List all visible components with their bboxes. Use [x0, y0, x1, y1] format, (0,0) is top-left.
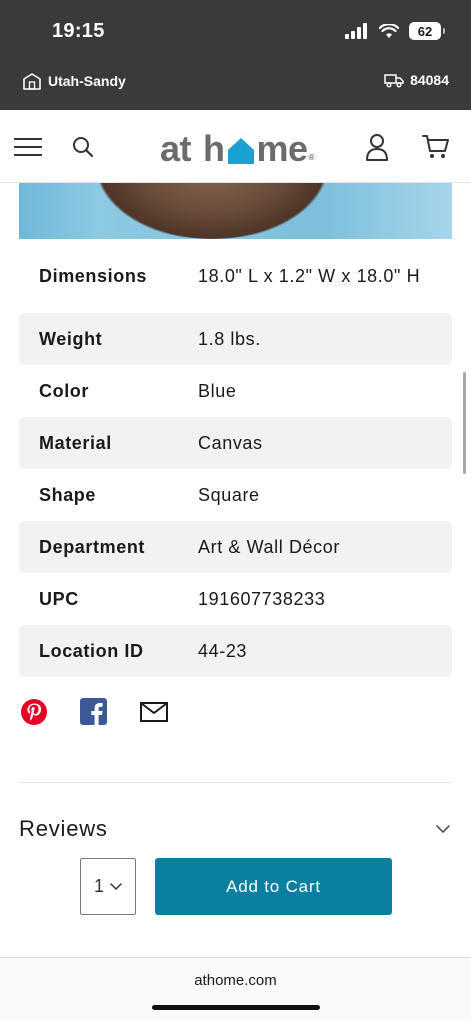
- browser-bottom-bar: athome.com: [0, 957, 471, 1020]
- spec-row-dimensions: Dimensions 18.0" L x 1.2" W x 18.0" H: [19, 239, 452, 313]
- hamburger-menu-icon: [14, 138, 42, 156]
- spec-label: Shape: [39, 484, 97, 505]
- status-time: 19:15: [52, 20, 105, 42]
- spec-row-department: Department Art & Wall Décor: [19, 521, 452, 573]
- url-bar[interactable]: athome.com: [0, 972, 471, 989]
- store-icon: [23, 73, 41, 90]
- wifi-icon: [379, 23, 399, 38]
- pinterest-icon: [20, 698, 47, 725]
- spec-value: 1.8 lbs.: [198, 329, 261, 349]
- spec-value: Art & Wall Décor: [198, 537, 340, 557]
- battery-level: 62: [417, 23, 433, 39]
- logo-text-me: me: [256, 128, 309, 169]
- home-indicator[interactable]: [152, 1005, 320, 1010]
- specifications-table: Dimensions 18.0" L x 1.2" W x 18.0" H We…: [19, 239, 452, 677]
- spec-label: Material: [39, 432, 112, 453]
- search-button[interactable]: [66, 130, 100, 164]
- scrollbar[interactable]: [463, 372, 466, 474]
- battery-indicator: 62: [409, 22, 445, 40]
- spec-value: 191607738233: [198, 589, 326, 609]
- chevron-down-icon: [436, 824, 450, 833]
- user-icon: [366, 134, 388, 161]
- status-icons: 62: [345, 22, 445, 40]
- store-row: Utah-Sandy 84084: [0, 70, 471, 96]
- reviews-accordion[interactable]: Reviews: [19, 812, 452, 846]
- spec-label: Dimensions: [39, 265, 148, 286]
- chevron-down-icon: [110, 882, 122, 890]
- spec-row-color: Color Blue: [19, 365, 452, 417]
- spec-value: Square: [198, 485, 260, 505]
- quantity-select[interactable]: 1: [80, 858, 136, 915]
- logo-text-h: h: [203, 128, 225, 169]
- reviews-title: Reviews: [19, 816, 108, 841]
- store-name: Utah-Sandy: [48, 73, 126, 89]
- spec-label: Location ID: [39, 640, 144, 661]
- spec-value: 18.0" L x 1.2" W x 18.0" H: [198, 266, 421, 286]
- quantity-value: 1: [93, 876, 104, 896]
- facebook-icon: [80, 698, 107, 725]
- site-header: at h me ®: [0, 110, 471, 183]
- menu-button[interactable]: [11, 130, 45, 164]
- delivery-truck-icon: [384, 74, 404, 88]
- delivery-zip[interactable]: 84084: [384, 72, 449, 88]
- section-divider: [19, 782, 452, 783]
- signal-icon: [345, 23, 367, 39]
- spec-row-shape: Shape Square: [19, 469, 452, 521]
- spec-value: Canvas: [198, 433, 263, 453]
- share-pinterest-button[interactable]: [19, 697, 48, 726]
- logo-text-at: at: [160, 128, 192, 169]
- spec-label: Department: [39, 536, 146, 557]
- spec-value: Blue: [198, 381, 237, 401]
- add-to-cart-button[interactable]: Add to Cart: [155, 858, 392, 915]
- spec-row-location-id: Location ID 44-23: [19, 625, 452, 677]
- email-icon: [139, 701, 168, 722]
- logo-house-icon: [227, 138, 254, 164]
- account-button[interactable]: [360, 130, 394, 164]
- share-email-button[interactable]: [139, 697, 168, 726]
- product-image[interactable]: [19, 183, 452, 239]
- spec-row-material: Material Canvas: [19, 417, 452, 469]
- zip-code: 84084: [410, 72, 449, 88]
- athome-logo[interactable]: at h me ®: [160, 124, 320, 170]
- search-icon: [73, 137, 94, 158]
- share-facebook-button[interactable]: [79, 697, 108, 726]
- spec-label: Weight: [39, 328, 103, 349]
- spec-row-upc: UPC 191607738233: [19, 573, 452, 625]
- store-selector[interactable]: Utah-Sandy: [22, 72, 126, 90]
- spec-label: UPC: [39, 588, 79, 609]
- share-row: [19, 697, 168, 726]
- spec-value: 44-23: [198, 641, 248, 661]
- spec-row-weight: Weight 1.8 lbs.: [19, 313, 452, 365]
- top-bar: 19:15 62 Utah-Sandy 84084: [0, 0, 471, 110]
- cart-button[interactable]: [419, 130, 453, 164]
- spec-label: Color: [39, 380, 89, 401]
- cart-icon: [422, 135, 449, 158]
